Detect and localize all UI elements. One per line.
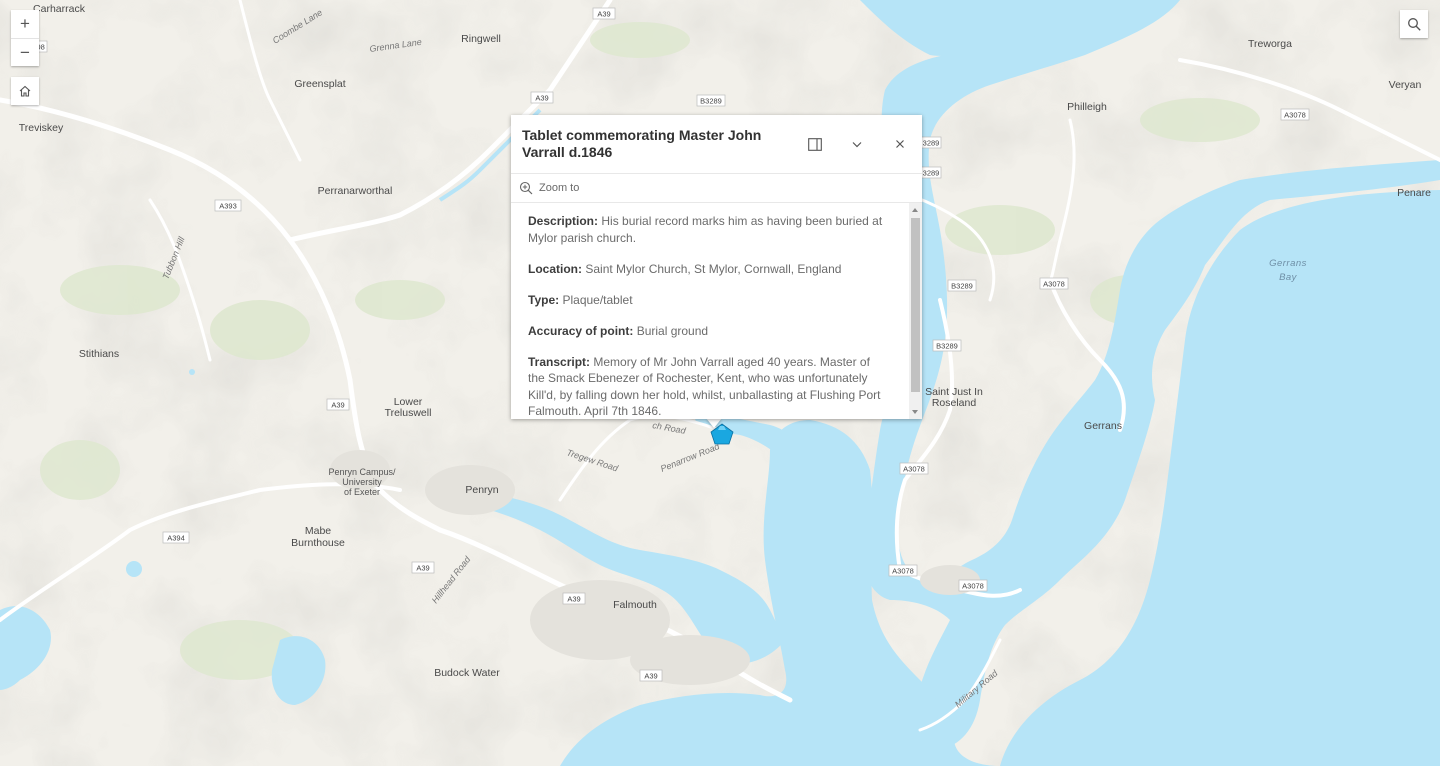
place-label: Treluswell — [385, 407, 432, 419]
water-label: Gerrans — [1269, 258, 1307, 269]
field-transcript: Transcript: Memory of Mr John Varrall ag… — [528, 354, 881, 419]
collapse-button[interactable] — [847, 134, 867, 154]
feature-popup: Tablet commemorating Master John Varrall… — [511, 115, 922, 419]
svg-text:A3078: A3078 — [903, 465, 925, 474]
home-button[interactable] — [11, 77, 39, 105]
route-shield: 3289 — [920, 166, 942, 179]
route-shield: B3289 — [696, 94, 726, 107]
place-label: Mabe — [305, 525, 331, 537]
close-button[interactable] — [890, 134, 910, 154]
dock-icon — [808, 137, 822, 151]
scroll-thumb[interactable] — [911, 218, 920, 392]
scroll-down-arrow[interactable] — [912, 410, 918, 414]
svg-text:B3289: B3289 — [951, 282, 973, 291]
route-shield: A394 — [162, 531, 190, 544]
place-label: Treworga — [1248, 38, 1292, 50]
route-shield: A3078 — [1280, 108, 1310, 121]
route-shield: A393 — [214, 199, 242, 212]
route-shield: B3289 — [932, 339, 962, 352]
svg-text:A3078: A3078 — [892, 567, 914, 576]
svg-text:A39: A39 — [567, 595, 580, 604]
popup-content: Description: His burial record marks him… — [511, 203, 907, 419]
svg-text:A39: A39 — [535, 94, 548, 103]
place-label: Roseland — [932, 397, 977, 409]
dock-button[interactable] — [805, 134, 825, 154]
place-label: Penryn Campus/ — [328, 467, 396, 477]
place-label: Veryan — [1389, 79, 1422, 91]
svg-text:A3078: A3078 — [1043, 280, 1065, 289]
place-label: Burnthouse — [291, 537, 345, 549]
home-icon — [19, 85, 31, 97]
svg-text:A39: A39 — [597, 10, 610, 19]
popup-title: Tablet commemorating Master John Varrall… — [522, 127, 762, 160]
route-shield: A39 — [411, 561, 435, 574]
route-shield: A39 — [326, 398, 350, 411]
place-label: University — [342, 477, 382, 487]
svg-text:A39: A39 — [416, 564, 429, 573]
svg-text:3289: 3289 — [923, 169, 940, 178]
zoom-out-button[interactable]: − — [11, 38, 39, 66]
zoom-to-action[interactable]: Zoom to — [511, 174, 922, 203]
popup-header: Tablet commemorating Master John Varrall… — [511, 115, 922, 174]
popup-pointer — [706, 418, 722, 428]
close-icon — [896, 140, 904, 148]
search-icon — [1407, 17, 1421, 31]
route-shield: 3289 — [920, 136, 942, 149]
route-shield: A39 — [639, 669, 663, 682]
place-label: Falmouth — [613, 599, 657, 611]
svg-text:A394: A394 — [167, 534, 185, 543]
zoom-to-label: Zoom to — [539, 182, 580, 194]
place-label: Gerrans — [1084, 420, 1122, 432]
route-shield: A3078 — [958, 579, 988, 592]
zoom-controls: + − — [11, 10, 39, 66]
pond — [189, 369, 195, 375]
place-label: Carharrack — [33, 3, 86, 15]
svg-text:3289: 3289 — [923, 139, 940, 148]
zoom-in-button[interactable]: + — [11, 10, 39, 38]
route-shield: A39 — [530, 91, 554, 104]
svg-text:A3078: A3078 — [1284, 111, 1306, 120]
place-label: Budock Water — [434, 667, 500, 679]
route-shield: A3078 — [899, 462, 929, 475]
svg-text:B3289: B3289 — [936, 342, 958, 351]
route-shield: B3289 — [947, 279, 977, 292]
search-button[interactable] — [1400, 10, 1428, 38]
route-shield: A39 — [562, 592, 586, 605]
place-label: Greensplat — [294, 78, 345, 90]
place-label: Perranarworthal — [318, 185, 393, 197]
field-location: Location: Saint Mylor Church, St Mylor, … — [528, 261, 842, 276]
place-label: Stithians — [79, 348, 119, 360]
svg-text:A393: A393 — [219, 202, 237, 211]
field-type: Type: Plaque/tablet — [528, 292, 633, 307]
pond — [126, 561, 142, 577]
route-shield: A3078 — [888, 564, 918, 577]
svg-text:A3078: A3078 — [962, 582, 984, 591]
place-label: Philleigh — [1067, 101, 1107, 113]
place-label: of Exeter — [344, 487, 380, 497]
route-shield: A3078 — [1039, 277, 1069, 290]
place-label: Treviskey — [19, 122, 64, 134]
svg-text:B3289: B3289 — [700, 97, 722, 106]
place-label: Ringwell — [461, 33, 501, 45]
field-description: Description: His burial record marks him… — [528, 214, 883, 245]
popup-scrollbar[interactable] — [909, 203, 922, 419]
chevron-down-icon — [852, 141, 862, 147]
field-accuracy: Accuracy of point: Burial ground — [528, 323, 709, 338]
place-label: Penryn — [465, 484, 498, 496]
zoom-in-magnifier-icon — [519, 181, 533, 195]
scroll-up-arrow[interactable] — [912, 208, 918, 212]
water-label: Bay — [1279, 272, 1298, 283]
svg-text:A39: A39 — [644, 672, 657, 681]
place-label: Penare — [1397, 187, 1431, 199]
route-shield: A39 — [592, 7, 616, 20]
svg-text:A39: A39 — [331, 401, 344, 410]
